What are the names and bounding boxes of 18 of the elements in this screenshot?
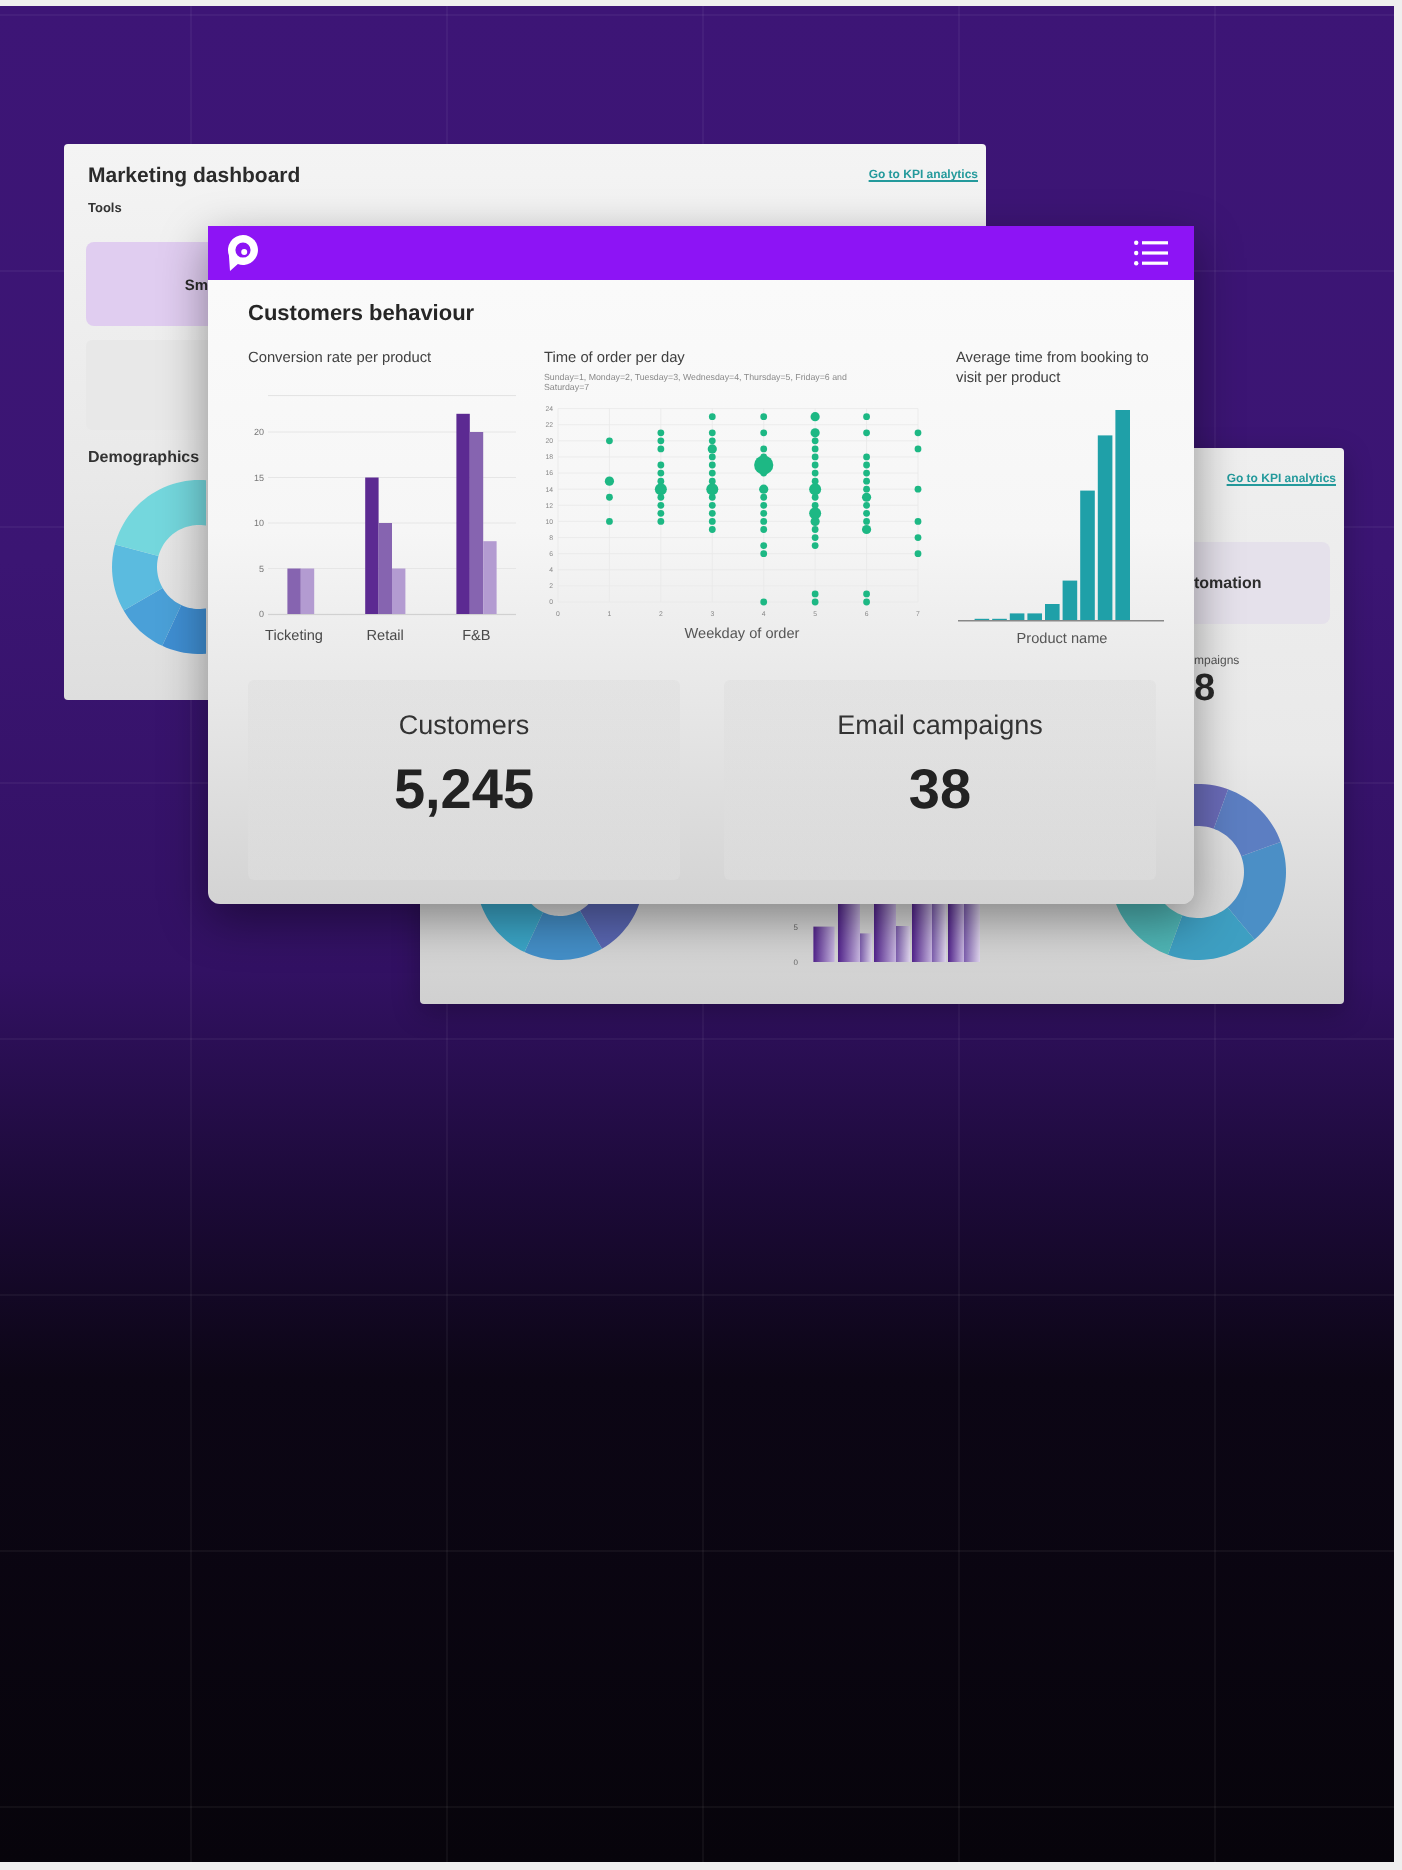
donut-slice <box>162 605 206 654</box>
donut-slice <box>123 588 182 646</box>
stat-label: Email campaigns <box>835 710 1045 742</box>
donut-slice <box>1116 904 1183 955</box>
donut-slice <box>524 910 602 960</box>
stat-value: 8 <box>1194 670 1216 710</box>
tool-tile[interactable]: tomation <box>1194 542 1330 624</box>
stat-value: 5,245 <box>391 760 537 820</box>
logo-icon <box>226 234 260 272</box>
stat-value: 38 <box>906 760 974 820</box>
window-title: Marketing dashboard <box>88 164 301 188</box>
window-title: Customers behaviour <box>248 300 477 328</box>
bar <box>813 926 835 962</box>
donut-slice <box>580 904 640 949</box>
donut-slice <box>480 904 544 953</box>
section-title: Demographics <box>88 448 202 468</box>
stat-label: Customers <box>396 710 532 742</box>
menu-icon[interactable] <box>1134 240 1168 266</box>
